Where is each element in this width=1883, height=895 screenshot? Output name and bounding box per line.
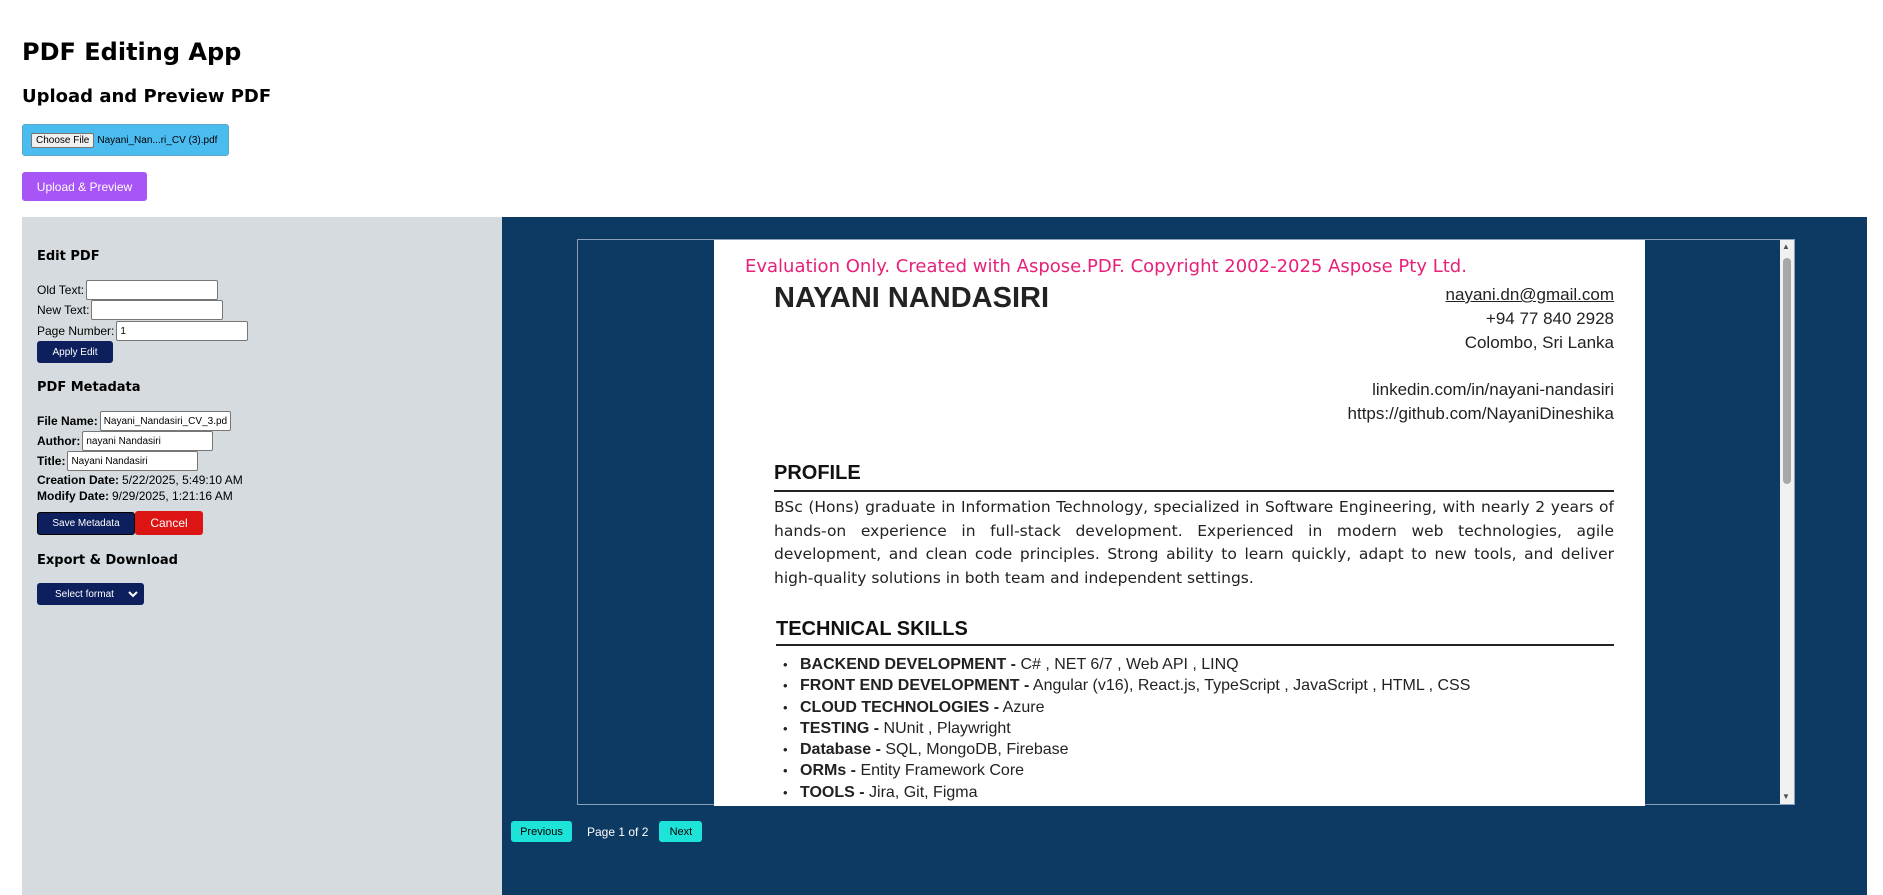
- export-download-heading: Export & Download: [37, 553, 178, 568]
- skill-item: ORMs - Entity Framework Core: [774, 760, 1614, 782]
- save-metadata-button[interactable]: Save Metadata: [37, 512, 135, 535]
- old-text-row: Old Text:: [37, 280, 219, 300]
- edit-sidebar: Edit PDF Old Text: New Text: Page Number…: [22, 217, 502, 895]
- cv-github: https://github.com/NayaniDineshika: [1347, 404, 1614, 423]
- pdf-scrollbar[interactable]: ▲ ▼: [1780, 240, 1794, 804]
- upload-preview-button[interactable]: Upload & Preview: [22, 172, 147, 201]
- meta-file-name-row: File Name:: [37, 411, 231, 431]
- cv-phone: +94 77 840 2928: [1485, 309, 1614, 328]
- choose-file-button[interactable]: Choose File: [31, 132, 95, 148]
- meta-file-name-input[interactable]: [99, 411, 231, 431]
- skill-item: FRONT END DEVELOPMENT - Angular (v16), R…: [774, 675, 1614, 697]
- meta-title-input[interactable]: [67, 451, 199, 471]
- profile-text: BSc (Hons) graduate in Information Techn…: [774, 498, 1614, 587]
- previous-page-button[interactable]: Previous: [511, 821, 572, 842]
- meta-file-name-label: File Name:: [37, 414, 98, 428]
- upload-section-title: Upload and Preview PDF: [22, 86, 272, 107]
- scroll-thumb[interactable]: [1783, 258, 1791, 484]
- cv-location: Colombo, Sri Lanka: [1464, 333, 1614, 352]
- pdf-metadata-heading: PDF Metadata: [37, 380, 141, 395]
- page-indicator: Page 1 of 2: [587, 824, 649, 839]
- new-text-label: New Text:: [37, 303, 90, 317]
- meta-modify-label: Modify Date:: [37, 489, 109, 503]
- meta-modify-value: 9/29/2025, 1:21:16 AM: [112, 489, 233, 503]
- meta-creation-value: 5/22/2025, 5:49:10 AM: [122, 473, 243, 487]
- skill-item: TOOLS - Jira, Git, Figma: [774, 782, 1614, 804]
- profile-divider: [774, 490, 1614, 492]
- page-number-row: Page Number:: [37, 321, 249, 341]
- skill-item: BACKEND DEVELOPMENT - C# , NET 6/7 , Web…: [774, 654, 1614, 676]
- pdf-viewer: Evaluation Only. Created with Aspose.PDF…: [502, 217, 1867, 895]
- scroll-down-icon[interactable]: ▼: [1782, 792, 1790, 802]
- pagination: Previous Page 1 of 2 Next: [511, 821, 703, 842]
- cv-linkedin: linkedin.com/in/nayani-nandasiri: [1372, 380, 1614, 399]
- apply-edit-button[interactable]: Apply Edit: [37, 341, 113, 363]
- next-page-button[interactable]: Next: [659, 821, 703, 842]
- skill-item: TESTING - NUnit , Playwright: [774, 718, 1614, 740]
- chevron-down-icon: [128, 590, 138, 597]
- cv-name: NAYANI NANDASIRI: [774, 282, 1050, 314]
- skill-item: Database - SQL, MongoDB, Firebase: [774, 739, 1614, 761]
- page-number-input[interactable]: [116, 321, 249, 341]
- scroll-up-icon[interactable]: ▲: [1782, 242, 1790, 252]
- cv-email-link[interactable]: nayani.dn@gmail.com: [1446, 285, 1614, 305]
- skills-divider: [776, 644, 1614, 646]
- meta-author-input[interactable]: [82, 431, 214, 451]
- profile-heading: PROFILE: [774, 462, 861, 484]
- edit-pdf-heading: Edit PDF: [37, 249, 100, 264]
- skills-list: BACKEND DEVELOPMENT - C# , NET 6/7 , Web…: [774, 654, 1614, 803]
- technical-skills-heading: TECHNICAL SKILLS: [776, 618, 968, 640]
- cancel-button[interactable]: Cancel: [135, 511, 203, 535]
- export-format-value: Select format: [55, 588, 114, 600]
- pdf-frame[interactable]: Evaluation Only. Created with Aspose.PDF…: [577, 239, 1795, 806]
- new-text-input[interactable]: [91, 300, 224, 320]
- meta-modify-row: Modify Date: 9/29/2025, 1:21:16 AM: [37, 486, 233, 506]
- watermark-text: Evaluation Only. Created with Aspose.PDF…: [745, 256, 1467, 277]
- old-text-label: Old Text:: [37, 283, 85, 297]
- meta-author-label: Author:: [37, 434, 81, 448]
- selected-file-name: Nayani_Nan...ri_CV (3).pdf: [97, 134, 218, 146]
- meta-author-row: Author:: [37, 431, 214, 451]
- page-number-label: Page Number:: [37, 324, 115, 338]
- export-format-select[interactable]: Select format: [37, 583, 144, 605]
- meta-title-label: Title:: [37, 454, 66, 468]
- pdf-page: Evaluation Only. Created with Aspose.PDF…: [714, 240, 1645, 806]
- file-input[interactable]: Choose File Nayani_Nan...ri_CV (3).pdf: [22, 124, 229, 156]
- app-title: PDF Editing App: [22, 38, 242, 66]
- meta-title-row: Title:: [37, 451, 199, 471]
- meta-creation-label: Creation Date:: [37, 473, 120, 487]
- old-text-input[interactable]: [86, 280, 219, 300]
- new-text-row: New Text:: [37, 300, 224, 320]
- skill-item: CLOUD TECHNOLOGIES - Azure: [774, 697, 1614, 719]
